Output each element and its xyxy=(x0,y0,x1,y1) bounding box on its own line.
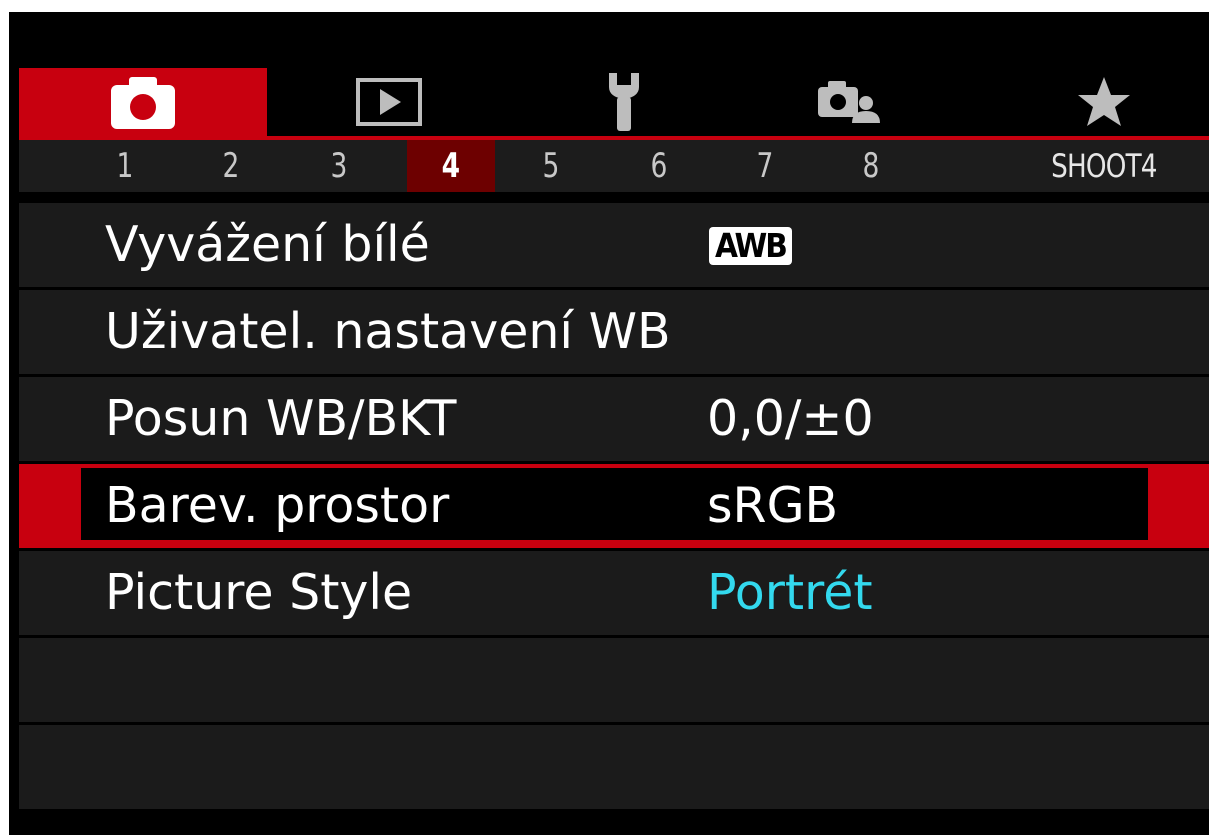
menu-item-white-balance[interactable]: Vyvážení bílé AWB xyxy=(19,203,1209,287)
camera-menu-screen: 1 2 3 4 5 6 7 8 SHOOT4 Vyvážení bílé AWB… xyxy=(9,12,1209,835)
awb-badge: AWB xyxy=(709,227,792,265)
menu-item-label: Barev. prostor xyxy=(105,477,450,534)
menu-item-empty xyxy=(19,638,1209,722)
sub-tab-2[interactable]: 2 xyxy=(197,140,266,192)
tab-shooting[interactable] xyxy=(19,68,267,136)
menu-item-empty xyxy=(19,725,1209,809)
tab-setup[interactable] xyxy=(574,68,674,136)
menu-item-label: Uživatel. nastavení WB xyxy=(105,303,671,360)
sub-tab-7[interactable]: 7 xyxy=(731,140,800,192)
menu-item-value: Portrét xyxy=(707,564,873,621)
wrench-icon xyxy=(609,73,639,131)
sub-tab-6[interactable]: 6 xyxy=(625,140,694,192)
tab-my-menu[interactable] xyxy=(1054,68,1154,136)
custom-functions-icon xyxy=(818,81,880,123)
tab-playback[interactable] xyxy=(339,68,439,136)
menu-item-picture-style[interactable]: Picture Style Portrét xyxy=(19,551,1209,635)
menu-item-label: Picture Style xyxy=(105,564,413,621)
menu-item-value: 0,0/±0 xyxy=(707,390,874,447)
tab-custom-functions[interactable] xyxy=(799,68,899,136)
sub-tab-8[interactable]: 8 xyxy=(837,140,906,192)
playback-icon xyxy=(356,78,422,126)
sub-tab-4-label: 4 xyxy=(441,146,461,186)
menu-item-value: sRGB xyxy=(707,477,839,534)
menu-item-label: Posun WB/BKT xyxy=(105,390,457,447)
sub-tab-1[interactable]: 1 xyxy=(91,140,160,192)
menu-list: Vyvážení bílé AWB Uživatel. nastavení WB… xyxy=(19,203,1209,812)
sub-tab-3[interactable]: 3 xyxy=(305,140,374,192)
menu-page-name: SHOOT4 xyxy=(1051,147,1158,185)
menu-item-custom-wb[interactable]: Uživatel. nastavení WB xyxy=(19,290,1209,374)
menu-item-color-space[interactable]: Barev. prostor sRGB xyxy=(19,464,1209,548)
menu-item-wb-shift-bracketing[interactable]: Posun WB/BKT 0,0/±0 xyxy=(19,377,1209,461)
menu-item-label: Vyvážení bílé xyxy=(105,216,430,273)
star-icon xyxy=(1078,77,1130,126)
sub-tab-bar: 1 2 3 4 5 6 7 8 SHOOT4 xyxy=(19,140,1209,192)
menu-tab-bar xyxy=(19,68,1209,140)
camera-icon xyxy=(111,77,175,129)
sub-tab-4[interactable]: 4 xyxy=(407,140,495,192)
sub-tab-5[interactable]: 5 xyxy=(517,140,586,192)
